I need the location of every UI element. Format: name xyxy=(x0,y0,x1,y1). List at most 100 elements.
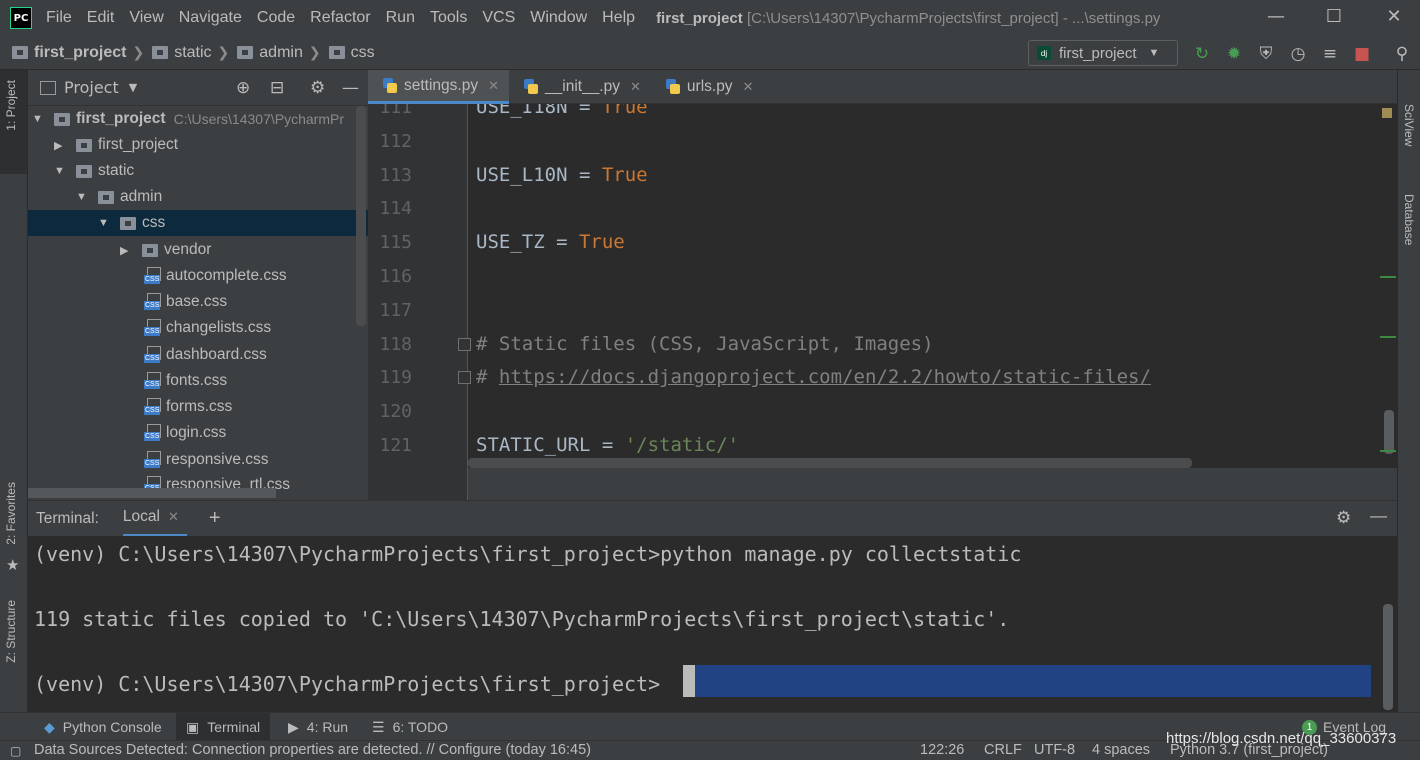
rerun-icon[interactable]: ↻ xyxy=(1192,44,1212,64)
tab-urls-py[interactable]: urls.py ✕ xyxy=(651,70,764,104)
tool-tab-favorites[interactable]: 2: Favorites xyxy=(4,482,18,545)
menu-window[interactable]: Window xyxy=(530,9,587,27)
stop-icon[interactable]: ■ xyxy=(1352,44,1372,64)
file-encoding[interactable]: UTF-8 xyxy=(1034,742,1075,758)
change-marker[interactable] xyxy=(1380,276,1396,278)
terminal-scrollbar[interactable] xyxy=(1383,604,1393,710)
change-marker[interactable] xyxy=(1380,336,1396,338)
menu-run[interactable]: Run xyxy=(386,9,415,27)
maximize-icon[interactable]: ☐ xyxy=(1322,6,1346,27)
terminal-output[interactable]: (venv) C:\Users\14307\PycharmProjects\fi… xyxy=(28,536,1397,712)
close-tab-icon[interactable]: ✕ xyxy=(488,78,499,94)
tree-item-file[interactable]: dashboard.css xyxy=(28,342,356,368)
project-panel-title[interactable]: Project xyxy=(64,78,119,97)
tree-item-file[interactable]: changelists.css xyxy=(28,315,356,341)
menu-refactor[interactable]: Refactor xyxy=(310,9,370,27)
fold-marker-icon[interactable] xyxy=(458,338,471,351)
locate-file-icon[interactable]: ⊕ xyxy=(236,78,250,98)
change-marker[interactable] xyxy=(1380,450,1396,452)
debug-icon[interactable]: ✹ xyxy=(1224,44,1244,64)
tree-item-label: responsive.css xyxy=(166,451,269,468)
folder-icon xyxy=(76,164,92,178)
tool-tab-sciview[interactable]: SciView xyxy=(1402,104,1416,146)
code-editor[interactable]: 111 112 113 114 115 116 117 118 119 120 121 USE_I1… xyxy=(368,104,1397,500)
new-session-plus-icon[interactable]: + xyxy=(209,507,221,530)
menu-file[interactable]: File xyxy=(46,9,72,27)
collapse-all-icon[interactable]: ⊟ xyxy=(270,78,284,98)
search-icon[interactable]: ⚲ xyxy=(1392,44,1412,64)
line-separator[interactable]: CRLF xyxy=(984,742,1022,758)
tree-item-file[interactable]: forms.css xyxy=(28,394,356,420)
tree-item-file[interactable]: base.css xyxy=(28,289,356,315)
code-token: STATIC_URL = xyxy=(476,434,625,456)
menu-navigate[interactable]: Navigate xyxy=(179,9,242,27)
run-button[interactable]: ▶ 4: Run xyxy=(278,713,358,741)
fold-marker-icon[interactable] xyxy=(458,371,471,384)
code-line: USE_I18N = True xyxy=(476,104,648,118)
status-toggle-icon[interactable]: ▢ xyxy=(10,744,21,758)
menu-tools[interactable]: Tools xyxy=(430,9,467,27)
indent-setting[interactable]: 4 spaces xyxy=(1092,742,1150,758)
breadcrumb-admin[interactable]: admin xyxy=(237,44,303,62)
tree-expanded-arrow-icon: ▼ xyxy=(32,113,43,125)
folder-icon xyxy=(76,138,92,152)
breadcrumb-label: admin xyxy=(259,43,303,61)
css-file-icon xyxy=(144,319,161,337)
inspection-status-icon[interactable] xyxy=(1382,108,1392,118)
breadcrumb-css[interactable]: css xyxy=(328,44,375,62)
tool-window-label: 6: TODO xyxy=(392,719,449,735)
terminal-button[interactable]: ▣ Terminal xyxy=(176,713,271,741)
tool-tab-database[interactable]: Database xyxy=(1402,194,1416,245)
tree-item-vendor[interactable]: ▶ vendor xyxy=(28,237,356,263)
coverage-icon[interactable]: ⛨ xyxy=(1256,44,1276,64)
pycharm-logo-icon: PC xyxy=(10,7,32,29)
build-icon[interactable]: ≡ xyxy=(1320,44,1340,64)
tab-init-py[interactable]: __init__.py ✕ xyxy=(509,70,651,104)
profile-icon[interactable]: ◷ xyxy=(1288,44,1308,64)
tree-item-first-project[interactable]: ▶ first_project xyxy=(28,132,356,158)
tree-expanded-arrow-icon: ▼ xyxy=(54,165,65,177)
tree-item-label: forms.css xyxy=(166,398,233,415)
tree-item-label: css xyxy=(142,214,166,231)
tree-item-css[interactable]: ▼ css xyxy=(28,210,368,236)
terminal-tab-local[interactable]: Local ✕ xyxy=(122,501,187,537)
minimize-icon[interactable]: — xyxy=(1264,6,1288,27)
tree-item-admin[interactable]: ▼ admin xyxy=(28,184,356,210)
tab-settings-py[interactable]: settings.py ✕ xyxy=(368,70,510,104)
breadcrumb-static[interactable]: static xyxy=(152,44,212,62)
gear-icon[interactable]: ⚙ xyxy=(310,78,325,98)
hide-panel-icon[interactable]: — xyxy=(342,78,359,98)
code-token: # xyxy=(476,366,499,389)
tool-tab-project[interactable]: 1: Project xyxy=(4,80,18,131)
tool-tab-structure[interactable]: Z: Structure xyxy=(4,600,18,663)
menu-view[interactable]: View xyxy=(129,9,163,27)
status-message[interactable]: Data Sources Detected: Connection proper… xyxy=(34,742,591,758)
tree-item-first-project-root[interactable]: ▼ first_project C:\Users\14307\PycharmPr xyxy=(28,106,356,132)
python-console-button[interactable]: ◆ Python Console xyxy=(34,713,172,741)
tree-horizontal-scrollbar[interactable] xyxy=(28,488,276,498)
close-tab-icon[interactable]: ✕ xyxy=(168,509,179,525)
caret-position[interactable]: 122:26 xyxy=(920,742,964,758)
chevron-down-icon[interactable]: ▼ xyxy=(129,81,137,94)
editor-vertical-scrollbar[interactable] xyxy=(1384,410,1394,454)
close-tab-icon[interactable]: ✕ xyxy=(743,79,754,95)
menu-vcs[interactable]: VCS xyxy=(482,9,515,27)
hide-panel-icon[interactable]: — xyxy=(1370,506,1387,526)
tree-item-file[interactable]: login.css xyxy=(28,420,356,446)
tree-item-file[interactable]: fonts.css xyxy=(28,368,356,394)
menu-code[interactable]: Code xyxy=(257,9,295,27)
todo-button[interactable]: ☰ 6: TODO xyxy=(362,713,458,741)
tree-item-file[interactable]: responsive.css xyxy=(28,447,356,473)
code-token[interactable]: https://docs.djangoproject.com/en/2.2/ho… xyxy=(499,366,1151,388)
run-configuration-select[interactable]: dj first_project ▼ xyxy=(1028,40,1178,66)
menu-help[interactable]: Help xyxy=(602,9,635,27)
close-icon[interactable]: ✕ xyxy=(1382,6,1406,27)
tree-item-static[interactable]: ▼ static xyxy=(28,158,356,184)
gear-icon[interactable]: ⚙ xyxy=(1336,508,1351,528)
editor-horizontal-scrollbar[interactable] xyxy=(468,458,1192,468)
breadcrumb-first-project[interactable]: first_project xyxy=(12,44,126,62)
tree-item-file[interactable]: autocomplete.css xyxy=(28,263,356,289)
close-tab-icon[interactable]: ✕ xyxy=(630,79,641,95)
tree-vertical-scrollbar[interactable] xyxy=(356,106,366,326)
menu-edit[interactable]: Edit xyxy=(87,9,115,27)
